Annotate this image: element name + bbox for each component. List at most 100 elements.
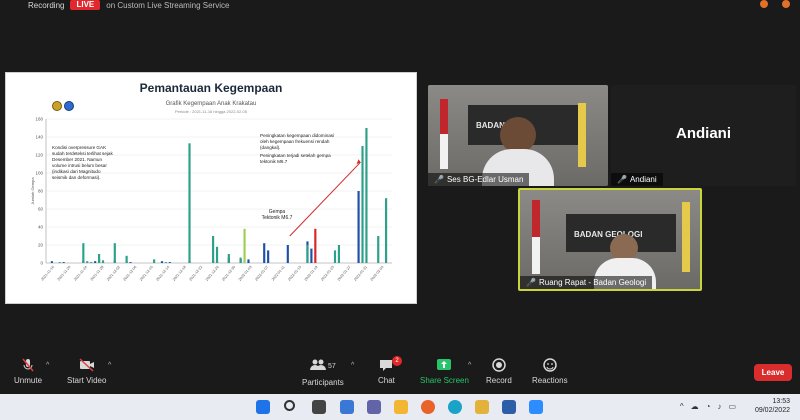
x-tick-label: 2022-01-27 bbox=[337, 265, 352, 282]
shared-screen-slide: Pemantauan Kegempaan Grafik Kegempaan An… bbox=[5, 72, 417, 304]
cloud-icon[interactable]: ☁ bbox=[691, 402, 699, 411]
annotation-tectonic: Gempa Tektonik M6.7 bbox=[261, 209, 293, 221]
mic-muted-icon: 🎤 bbox=[617, 175, 627, 184]
video-options-chevron-icon[interactable]: ^ bbox=[108, 362, 111, 369]
wifi-icon[interactable]: ◔ bbox=[706, 402, 711, 411]
edge-icon[interactable] bbox=[448, 400, 462, 414]
annotation-increase-line2: Peningkatan terjadi setelah gempa tekton… bbox=[260, 153, 331, 164]
participant-name-tag: 🎤 Ses BG-Edlar Usman bbox=[428, 173, 530, 186]
share-options-chevron-icon[interactable]: ^ bbox=[468, 362, 471, 369]
folder-icon[interactable] bbox=[475, 400, 489, 414]
chart-bar bbox=[168, 262, 171, 263]
reactions-icon bbox=[543, 358, 557, 372]
chat-button[interactable]: 2 Chat bbox=[378, 356, 402, 385]
flag-icon bbox=[532, 200, 540, 274]
annotation-overpressure: Kondisi overpressure GAK sudah terdeteks… bbox=[52, 145, 113, 180]
word-icon[interactable] bbox=[502, 400, 516, 414]
file-explorer-icon[interactable] bbox=[394, 400, 408, 414]
search-icon[interactable] bbox=[284, 400, 295, 411]
chart-bar bbox=[385, 198, 388, 263]
windows-start-icon[interactable] bbox=[256, 400, 270, 414]
x-tick-label: 2022-01-19 bbox=[304, 265, 319, 282]
start-video-button[interactable]: Start Video bbox=[67, 358, 106, 385]
zoom-meeting-window: Recording LIVE on Custom Live Streaming … bbox=[0, 0, 800, 420]
flag-icon bbox=[440, 99, 448, 169]
system-tray: ^ ☁ ◔ ♪ ▭ bbox=[680, 402, 736, 411]
chart-bar bbox=[94, 261, 97, 263]
top-status-bar: Recording LIVE on Custom Live Streaming … bbox=[0, 0, 800, 10]
chart-bar bbox=[377, 236, 380, 263]
x-tick-label: 2022-01-31 bbox=[353, 265, 368, 282]
x-tick-label: 2021-11-28 bbox=[90, 265, 105, 281]
video-tile-ses-bg[interactable]: BADAN 🎤 Ses BG-Edlar Usman bbox=[428, 85, 608, 186]
participants-icon bbox=[310, 359, 326, 370]
chart-bar bbox=[153, 259, 156, 263]
x-tick-label: 2022-01-07 bbox=[254, 265, 269, 282]
mic-muted-icon: 🎤 bbox=[434, 175, 444, 184]
unmute-button[interactable]: Unmute bbox=[14, 358, 42, 385]
chart-bar bbox=[357, 191, 360, 263]
audio-options-chevron-icon[interactable]: ^ bbox=[46, 362, 49, 369]
y-axis-label: Jumlah Gempa bbox=[30, 177, 35, 205]
firefox-icon[interactable] bbox=[421, 400, 435, 414]
fullscreen-icon[interactable] bbox=[782, 0, 790, 8]
teams-chat-icon[interactable] bbox=[367, 400, 381, 414]
chart-bar bbox=[239, 257, 242, 263]
chart-bar bbox=[333, 250, 337, 263]
seismicity-bar-chart: 0 20 40 60 80 100 120 140 160 Jumlah Gempa 2021-11… bbox=[30, 117, 392, 282]
participant-name: Ruang Rapat - Badan Geologi bbox=[538, 278, 647, 287]
x-tick-label: 2021-11-16 bbox=[40, 265, 55, 281]
chevron-up-icon[interactable]: ^ bbox=[680, 402, 684, 411]
x-tick-label: 2021-12-06 bbox=[122, 265, 137, 282]
chart-bar bbox=[97, 254, 101, 263]
video-tile-ruang-rapat[interactable]: BADAN GEOLOGI 🎤 Ruang Rapat - Badan Geol… bbox=[518, 188, 702, 291]
participant-name-tag: 🎤 Ruang Rapat - Badan Geologi bbox=[520, 276, 653, 289]
chart-bar bbox=[101, 260, 105, 263]
clock[interactable]: 13:53 09/02/2022 bbox=[755, 397, 790, 415]
chart-bar bbox=[58, 262, 61, 263]
video-off-icon bbox=[79, 358, 94, 372]
record-label: Record bbox=[486, 376, 512, 385]
windows-taskbar: ^ ☁ ◔ ♪ ▭ 13:53 09/02/2022 bbox=[0, 394, 800, 420]
volume-icon[interactable]: ♪ bbox=[717, 402, 721, 411]
participants-chevron-icon[interactable]: ^ bbox=[351, 362, 354, 369]
y-tick-label: 20 bbox=[38, 243, 44, 248]
chart-bar bbox=[306, 245, 309, 263]
participants-label: Participants bbox=[302, 378, 344, 387]
chart-bar bbox=[314, 228, 317, 263]
video-tile-andiani[interactable]: Andiani 🎤 Andiani bbox=[611, 85, 796, 186]
battery-icon[interactable]: ▭ bbox=[728, 402, 736, 411]
participants-button[interactable]: 57 Participants bbox=[302, 358, 344, 387]
zoom-icon[interactable] bbox=[529, 400, 543, 414]
chart-bar bbox=[365, 128, 368, 263]
x-tick-label: 2022-01-23 bbox=[320, 265, 335, 282]
task-view-icon[interactable] bbox=[312, 400, 326, 414]
widgets-icon[interactable] bbox=[340, 400, 354, 414]
x-tick-label: 2021-12-18 bbox=[172, 265, 187, 282]
x-tick-label: 2021-12-26 bbox=[205, 265, 220, 282]
live-badge[interactable]: LIVE bbox=[70, 0, 101, 10]
view-icon[interactable] bbox=[760, 0, 768, 8]
x-tick-label: 2021-11-20 bbox=[57, 265, 72, 281]
x-tick-label: 2021-12-14 bbox=[155, 265, 170, 282]
record-button[interactable]: Record bbox=[486, 358, 512, 385]
x-tick-label: 2021-12-22 bbox=[188, 265, 203, 282]
stream-service-label: on Custom Live Streaming Service bbox=[106, 0, 230, 10]
participant-head bbox=[500, 117, 536, 153]
share-screen-button[interactable]: Share Screen bbox=[420, 358, 469, 385]
reactions-button[interactable]: Reactions bbox=[532, 358, 568, 385]
chart-bar bbox=[361, 146, 364, 263]
y-tick-label: 140 bbox=[35, 135, 43, 140]
chart-bar bbox=[129, 262, 132, 263]
window-controls bbox=[760, 0, 790, 8]
leave-button[interactable]: Leave bbox=[754, 364, 792, 381]
chart-bar bbox=[247, 259, 250, 263]
participant-name: Ses BG-Edlar Usman bbox=[446, 175, 524, 184]
reactions-label: Reactions bbox=[532, 376, 568, 385]
annotation-increase: Peningkatan kegempaan didominasi oleh ke… bbox=[260, 133, 340, 165]
participant-name: Andiani bbox=[629, 175, 657, 184]
x-tick-label: 2021-12-10 bbox=[139, 265, 154, 282]
x-tick-label: 2022-01-03 bbox=[238, 265, 253, 282]
chart-bar bbox=[125, 255, 128, 263]
trend-arrow bbox=[289, 161, 361, 237]
